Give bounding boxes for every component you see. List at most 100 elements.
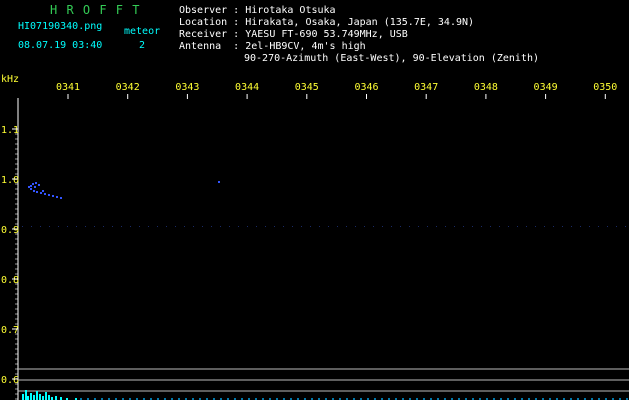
carrier-dot — [553, 226, 554, 227]
noise-spike — [45, 392, 47, 400]
carrier-dot — [67, 226, 68, 227]
datetime-label: 08.07.19 03:40 — [18, 40, 103, 51]
carrier-dot — [355, 226, 356, 227]
carrier-dot — [58, 226, 59, 227]
carrier-dot — [130, 226, 131, 227]
meteor-echo-pixel — [30, 188, 32, 190]
carrier-dot — [526, 226, 527, 227]
meteor-echo-pixel — [60, 197, 62, 199]
carrier-dot — [76, 226, 77, 227]
app-title: H R O F F T — [50, 3, 141, 17]
carrier-dot — [85, 226, 86, 227]
meteor-echo-pixel — [48, 194, 50, 196]
freq-tick-label: 1.0 — [1, 175, 19, 186]
carrier-dot — [121, 226, 122, 227]
carrier-dot — [337, 226, 338, 227]
meteor-echo-pixel — [35, 182, 37, 184]
noise-spike — [30, 393, 32, 400]
carrier-dot — [292, 226, 293, 227]
carrier-dot — [103, 226, 104, 227]
noise-spike — [48, 395, 50, 400]
y-axis-unit: kHz — [1, 74, 20, 85]
carrier-dot — [301, 226, 302, 227]
time-tick-label: 0348 — [474, 82, 498, 93]
meteor-label: meteor — [124, 26, 161, 37]
carrier-dot — [94, 226, 95, 227]
carrier-dot — [211, 226, 212, 227]
carrier-dot — [274, 226, 275, 227]
observer-label: Observer : — [179, 5, 240, 16]
carrier-dot — [571, 226, 572, 227]
meteor-echo-pixel — [28, 186, 30, 188]
carrier-dot — [22, 226, 23, 227]
carrier-dot — [247, 226, 248, 227]
carrier-dot — [139, 226, 140, 227]
meteor-echo-pixel — [34, 186, 36, 188]
carrier-dot — [454, 226, 455, 227]
carrier-dot — [202, 226, 203, 227]
carrier-dot — [589, 226, 590, 227]
carrier-dot — [184, 226, 185, 227]
noise-spike — [55, 396, 57, 400]
carrier-dot — [409, 226, 410, 227]
carrier-dot — [229, 226, 230, 227]
carrier-dot — [373, 226, 374, 227]
carrier-dot — [544, 226, 545, 227]
carrier-dot — [607, 226, 608, 227]
noise-spike — [25, 390, 27, 400]
carrier-dot — [382, 226, 383, 227]
carrier-dot — [220, 226, 221, 227]
carrier-dot — [418, 226, 419, 227]
time-tick-label: 0345 — [295, 82, 319, 93]
freq-tick-label: 0.7 — [1, 325, 19, 336]
antenna-direction: 90-270-Azimuth (East-West), 90-Elevation… — [244, 53, 540, 64]
carrier-dot — [445, 226, 446, 227]
carrier-dot — [436, 226, 437, 227]
meteor-echo-pixel — [44, 193, 46, 195]
location-row: Location : Hirakata, Osaka, Japan (135.7… — [179, 17, 474, 29]
carrier-dot — [499, 226, 500, 227]
observer-value: Hirotaka Otsuka — [245, 5, 336, 16]
carrier-dot — [166, 226, 167, 227]
carrier-dot — [346, 226, 347, 227]
meteor-echo-pixel — [218, 181, 220, 183]
antenna-row: Antenna : 2el-HB9CV, 4m's high — [179, 41, 366, 53]
carrier-dot — [616, 226, 617, 227]
noise-spike — [39, 394, 41, 400]
meteor-echo-pixel — [40, 192, 42, 194]
location-label: Location : — [179, 17, 240, 28]
noise-spike — [22, 394, 24, 400]
carrier-dot — [562, 226, 563, 227]
time-tick-label: 0341 — [56, 82, 80, 93]
carrier-dot — [283, 226, 284, 227]
receiver-label: Receiver : — [179, 29, 240, 40]
carrier-dot — [517, 226, 518, 227]
carrier-dot — [535, 226, 536, 227]
carrier-dot — [175, 226, 176, 227]
carrier-dot — [40, 226, 41, 227]
carrier-dot — [364, 226, 365, 227]
freq-tick-label: 0.6 — [1, 375, 19, 386]
carrier-dot — [463, 226, 464, 227]
carrier-dot — [625, 226, 626, 227]
carrier-dot — [400, 226, 401, 227]
carrier-dot — [598, 226, 599, 227]
freq-tick-label: 1.1 — [1, 125, 19, 136]
time-tick-label: 0346 — [354, 82, 378, 93]
meteor-echo-pixel — [52, 195, 54, 197]
carrier-dot — [256, 226, 257, 227]
carrier-dot — [427, 226, 428, 227]
time-tick-label: 0342 — [116, 82, 140, 93]
meteor-echo-pixel — [36, 191, 38, 193]
receiver-row: Receiver : YAESU FT-690 53.749MHz, USB — [179, 29, 408, 41]
carrier-dot — [193, 226, 194, 227]
time-tick-label: 0347 — [414, 82, 438, 93]
carrier-dot — [265, 226, 266, 227]
carrier-dot — [472, 226, 473, 227]
carrier-dot — [49, 226, 50, 227]
noise-spike — [27, 396, 29, 400]
meteor-echo-pixel — [38, 184, 40, 186]
meteor-count: 2 — [139, 40, 146, 51]
carrier-dot — [490, 226, 491, 227]
meteor-echo-pixel — [33, 190, 35, 192]
